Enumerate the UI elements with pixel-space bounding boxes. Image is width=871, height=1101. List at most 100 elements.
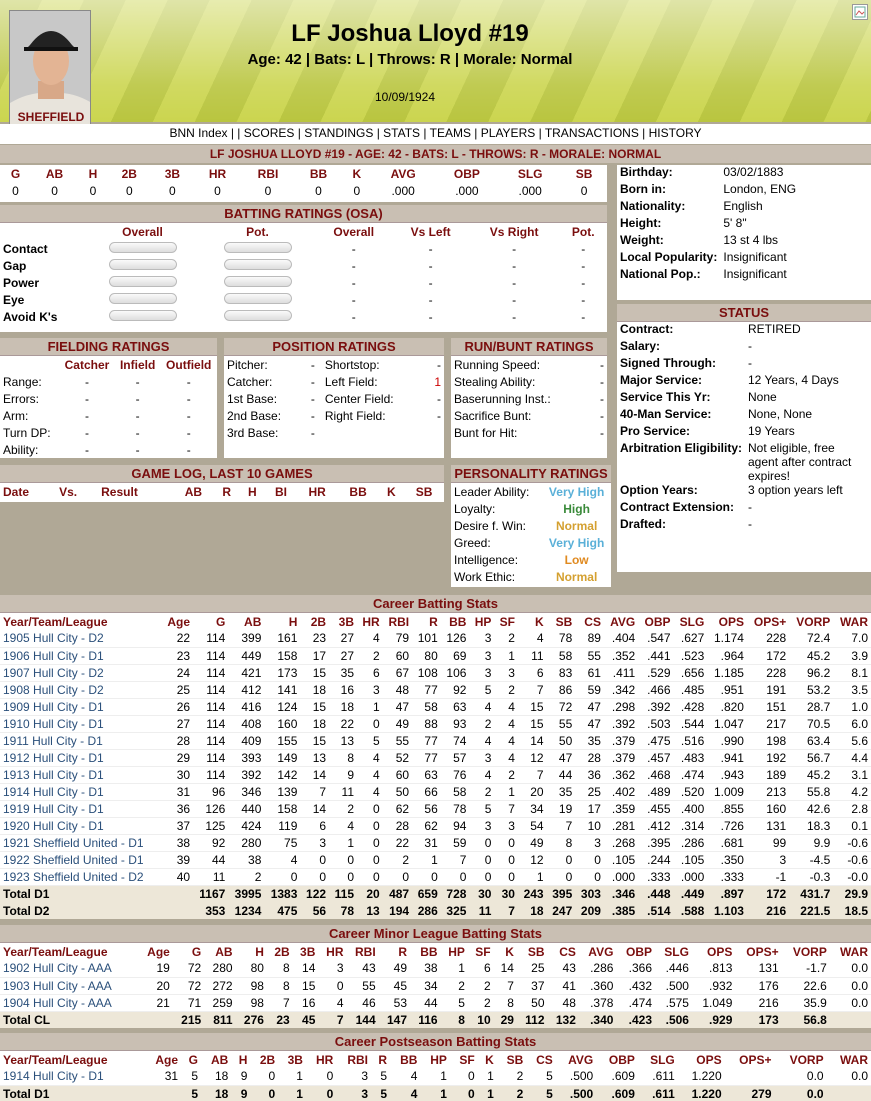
career-value: .855 xyxy=(707,800,747,818)
career-value: 0 xyxy=(469,851,495,869)
career-team-link[interactable]: 1912 Hull City - D1 xyxy=(0,749,162,767)
career-total-value: 286 xyxy=(412,902,441,919)
career-team-link[interactable]: 1920 Hull City - D1 xyxy=(0,817,162,835)
career-team-link[interactable]: 1923 Sheffield United - D2 xyxy=(0,868,162,886)
career-value: .105 xyxy=(673,851,708,869)
fielding-value: - xyxy=(135,408,140,423)
post-table: Year/Team/League Age G AB H 2B 3B HR RBI R BB HP SF K… xyxy=(0,1051,871,1101)
career-team-link[interactable]: 1919 Hull City - D1 xyxy=(0,800,162,818)
career-value: 59 xyxy=(440,834,470,852)
nav-link-transactions[interactable]: TRANSACTIONS xyxy=(545,126,639,140)
gamelog-header: SB xyxy=(415,484,433,499)
minor-value: .360 xyxy=(578,977,617,995)
player-name: LF Joshua Lloyd #19 xyxy=(291,20,529,47)
career-value: .941 xyxy=(707,749,747,767)
rating-bar-cell xyxy=(85,240,200,257)
career-value: 1 xyxy=(357,698,383,716)
career-team-link[interactable]: 1910 Hull City - D1 xyxy=(0,715,162,733)
career-team-link[interactable]: 1909 Hull City - D1 xyxy=(0,698,162,716)
career-team-link[interactable]: 1914 Hull City - D1 xyxy=(0,783,162,801)
career-team-link[interactable]: 1913 Hull City - D1 xyxy=(0,766,162,784)
nav-link-scores[interactable]: | SCORES xyxy=(237,126,294,140)
career-value: 3 xyxy=(746,851,790,869)
career-value: .547 xyxy=(638,630,674,648)
career-team-link[interactable]: 1906 Hull City - D1 xyxy=(0,647,162,665)
nav-link-standings[interactable]: STANDINGS xyxy=(304,126,373,140)
summary-header: K xyxy=(352,166,362,181)
career-value: 27 xyxy=(161,715,194,733)
minor-value: 49 xyxy=(378,960,411,978)
career-total-value: 1167 xyxy=(193,885,229,902)
post-value: 9 xyxy=(231,1068,251,1086)
position-label xyxy=(322,424,426,441)
minor-team-link[interactable]: 1903 Hull City - AAA xyxy=(0,977,139,995)
rating-bar xyxy=(223,258,292,270)
minor-total-value: 173 xyxy=(735,1011,782,1028)
rating-value: - xyxy=(428,275,433,290)
nav-link-teams[interactable]: TEAMS xyxy=(430,126,471,140)
rating-bar-cell xyxy=(200,240,315,257)
personality-value: Low xyxy=(564,552,589,567)
player-banner-text: LF JOSHUA LLOYD #19 - AGE: 42 - BATS: L … xyxy=(209,147,662,161)
career-total-value: 18.5 xyxy=(833,902,871,919)
nav-separator: | xyxy=(227,126,238,140)
career-value: 10 xyxy=(575,817,604,835)
minor-row: 1904 Hull City - AAA 21 71 259 98 7 16 4 46 53 44 5… xyxy=(0,994,871,1012)
nav-link-history[interactable]: HISTORY xyxy=(649,126,702,140)
rating-value: - xyxy=(428,309,433,324)
career-value: .362 xyxy=(603,766,639,784)
minor-value: 2 xyxy=(440,977,468,995)
minor-team-link[interactable]: 1902 Hull City - AAA xyxy=(0,960,139,978)
career-value: 3.5 xyxy=(833,681,871,699)
minor-value: 216 xyxy=(735,994,782,1012)
nav-link-stats[interactable]: STATS xyxy=(383,126,420,140)
minor-value: 259 xyxy=(204,994,236,1012)
rating-bar xyxy=(223,275,292,287)
rating-bar xyxy=(108,258,177,270)
gamelog-panel: GAME LOG, LAST 10 GAMES Date Vs. Result AB R… xyxy=(0,465,444,502)
career-value: 58 xyxy=(412,698,441,716)
career-team-link[interactable]: 1921 Sheffield United - D1 xyxy=(0,834,162,852)
career-value: 4 xyxy=(494,732,518,750)
career-value: 172 xyxy=(746,647,790,665)
post-total-value: 9 xyxy=(231,1085,251,1101)
career-total-value: 172 xyxy=(746,885,790,902)
career-value: .298 xyxy=(603,698,639,716)
minor-total-value: 29 xyxy=(493,1011,517,1028)
career-team-link[interactable]: 1907 Hull City - D2 xyxy=(0,664,162,682)
career-value: .281 xyxy=(603,817,639,835)
career-value: 114 xyxy=(193,715,229,733)
career-value: 49 xyxy=(382,715,413,733)
career-team-link[interactable]: 1911 Hull City - D1 xyxy=(0,732,162,750)
personality-value: Normal xyxy=(555,518,598,533)
career-value: .520 xyxy=(673,783,708,801)
minor-team-link[interactable]: 1904 Hull City - AAA xyxy=(0,994,139,1012)
career-value: 0 xyxy=(469,834,495,852)
summary-header: H xyxy=(88,166,98,181)
career-value: 0 xyxy=(357,868,383,886)
career-value: 108 xyxy=(412,664,441,682)
post-team-link[interactable]: 1914 Hull City - D1 xyxy=(0,1068,144,1086)
nav-link-bnnindex[interactable]: BNN Index xyxy=(169,126,227,140)
minor-value: 37 xyxy=(516,977,548,995)
career-value: 158 xyxy=(264,647,301,665)
minor-header: RBI xyxy=(354,944,376,959)
career-value: 5.6 xyxy=(833,732,871,750)
career-team-link[interactable]: 1908 Hull City - D2 xyxy=(0,681,162,699)
post-header: AB xyxy=(211,1052,229,1067)
career-team-link[interactable]: 1922 Sheffield United - D1 xyxy=(0,851,162,869)
minor-total-value: 132 xyxy=(547,1011,579,1028)
career-team-link[interactable]: 1905 Hull City - D2 xyxy=(0,630,162,648)
bio-label: Birthday: xyxy=(620,165,673,179)
career-value: .474 xyxy=(673,766,708,784)
career-value: 5 xyxy=(469,800,495,818)
career-value: 192 xyxy=(746,749,790,767)
nav-link-players[interactable]: PLAYERS xyxy=(481,126,535,140)
minor-total-value: 811 xyxy=(204,1011,236,1028)
minor-value: 14 xyxy=(292,960,319,978)
post-total-value xyxy=(143,1085,182,1101)
post-value: 0.0 xyxy=(774,1068,827,1086)
position-value: - xyxy=(310,374,315,389)
career-value: 47 xyxy=(575,698,604,716)
career-value: 22 xyxy=(329,715,358,733)
